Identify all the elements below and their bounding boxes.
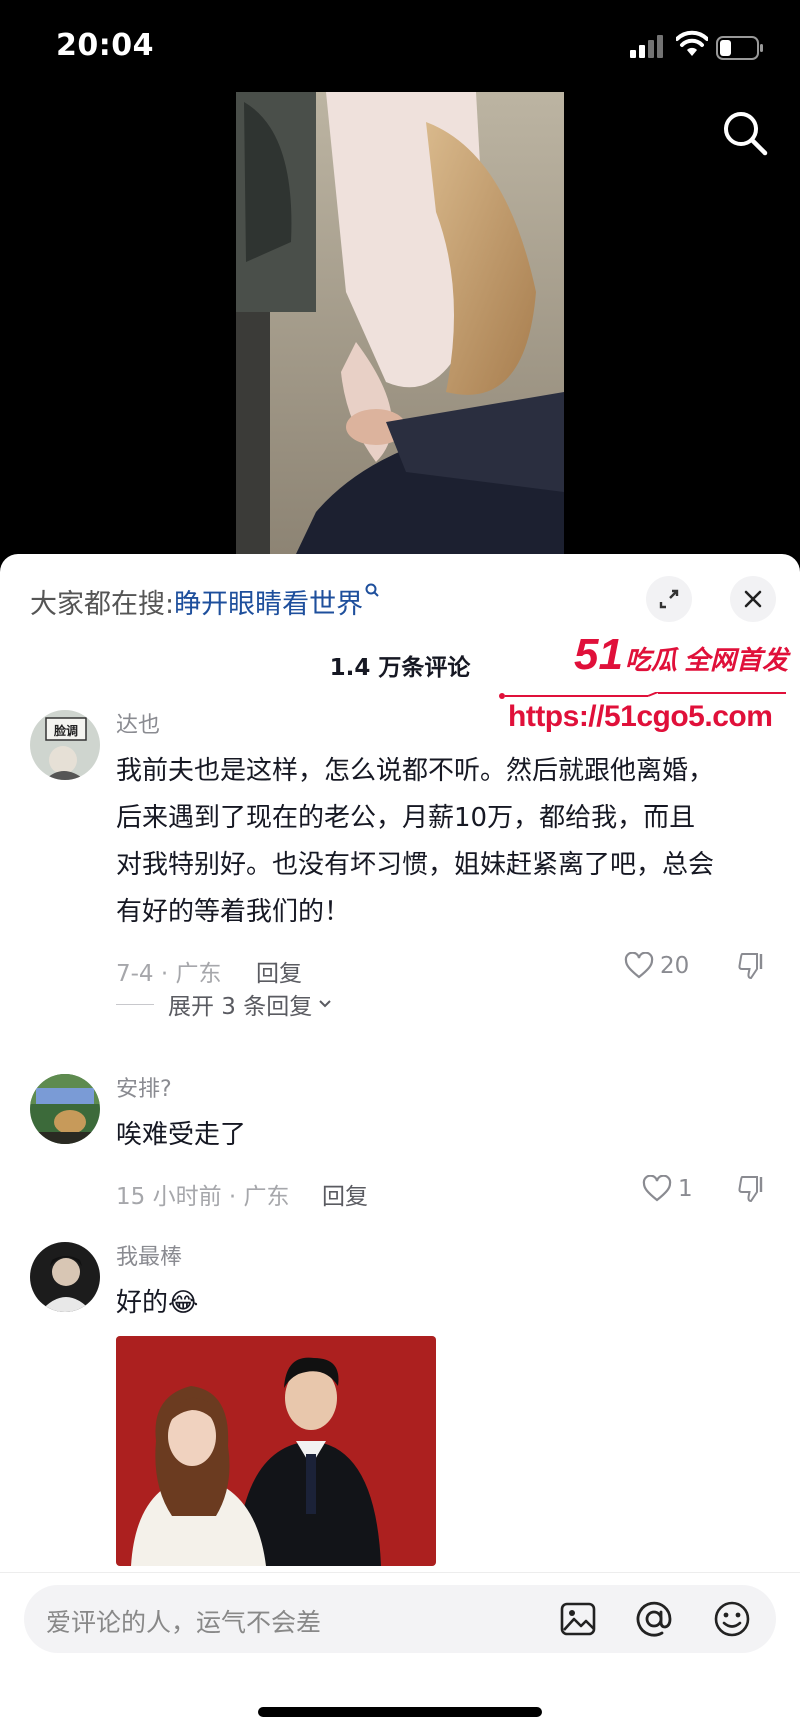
video-player[interactable]	[0, 92, 800, 554]
wedding-photo-image	[116, 1336, 436, 1566]
comment-input[interactable]: 爱评论的人，运气不会差	[24, 1585, 776, 1653]
comment-photo[interactable]	[116, 1336, 436, 1566]
like-button[interactable]: 20	[624, 950, 689, 982]
avatar-image	[30, 1074, 100, 1144]
close-icon	[744, 590, 762, 608]
battery-icon	[716, 36, 763, 60]
watermark-brand: 51吃瓜 全网首发	[574, 630, 788, 680]
like-button[interactable]: 1	[642, 1173, 693, 1205]
comment-text[interactable]: 唉难受走了	[116, 1112, 776, 1159]
laughing-emoji-icon: 😂	[168, 1288, 199, 1318]
comment-username[interactable]: 我最棒	[116, 1242, 776, 1274]
comment-input-area: 爱评论的人，运气不会差	[0, 1572, 800, 1731]
fullscreen-expand-button[interactable]	[646, 576, 692, 622]
search-icon[interactable]	[720, 108, 770, 158]
dislike-icon[interactable]	[736, 950, 768, 982]
expand-replies-button[interactable]: 展开 3 条回复	[116, 984, 332, 1024]
comment-username[interactable]: 达也	[116, 710, 776, 742]
video-frame[interactable]	[236, 92, 564, 554]
like-count: 1	[678, 1176, 693, 1202]
comment-meta: 15 小时前 · 广东 回复 1	[116, 1167, 776, 1211]
avatar-image: 脸调	[30, 710, 100, 780]
comment-meta: 7-4 · 广东 回复 20	[116, 944, 776, 988]
expand-replies-label: 展开 3 条回复	[168, 994, 313, 1020]
mention-at-icon[interactable]	[634, 1599, 674, 1639]
avatar[interactable]: 脸调	[30, 710, 100, 780]
comment-text-content: 好的	[116, 1288, 169, 1318]
divider-dash	[116, 1003, 154, 1005]
comment-text-line: 我前夫也是这样，怎么说都不听。然后就跟他离婚，	[116, 756, 715, 786]
video-thumbnail	[236, 92, 564, 554]
wifi-icon	[676, 30, 708, 56]
heart-icon	[624, 952, 654, 979]
avatar-caption: 脸调	[54, 723, 78, 738]
status-time: 20:04	[56, 28, 154, 63]
watermark-brand-number: 51	[574, 630, 623, 679]
dislike-icon[interactable]	[736, 1173, 768, 1205]
search-small-icon	[365, 583, 379, 597]
comment-text-line: 有好的等着我们的！	[116, 897, 351, 927]
hot-search-term[interactable]: 睁开眼睛看世界	[174, 589, 363, 620]
hot-search-bar[interactable]: 大家都在搜:睁开眼睛看世界	[30, 582, 379, 621]
avatar-image	[30, 1242, 100, 1312]
reply-button[interactable]: 回复	[256, 954, 302, 988]
comment-text-line: 对我特别好。也没有坏习惯，姐妹赶紧离了吧，总会	[116, 850, 715, 880]
comment-sheet: 大家都在搜:睁开眼睛看世界 1.4 万条评论 51吃瓜 全网首发 https:/…	[0, 554, 800, 1731]
home-indicator	[258, 1707, 542, 1717]
avatar[interactable]	[30, 1242, 100, 1312]
expand-icon	[659, 589, 679, 609]
reply-button[interactable]: 回复	[322, 1177, 368, 1211]
comment-text[interactable]: 我前夫也是这样，怎么说都不听。然后就跟他离婚， 后来遇到了现在的老公，月薪10万…	[116, 748, 776, 936]
chevron-down-icon	[319, 1000, 331, 1008]
comment-text-line: 后来遇到了现在的老公，月薪10万，都给我，而且	[116, 803, 696, 833]
image-icon[interactable]	[558, 1599, 598, 1639]
cellular-signal-icon	[630, 34, 666, 58]
watermark-circuit-line	[499, 692, 786, 699]
emoji-icon[interactable]	[712, 1599, 752, 1639]
comment-body: 达也 我前夫也是这样，怎么说都不听。然后就跟他离婚， 后来遇到了现在的老公，月薪…	[116, 710, 776, 988]
comment-username[interactable]: 安排?	[116, 1074, 776, 1106]
watermark-brand-text: 吃瓜 全网首发	[624, 645, 789, 675]
close-comments-button[interactable]	[730, 576, 776, 622]
comment-body: 安排? 唉难受走了 15 小时前 · 广东 回复 1	[116, 1074, 776, 1211]
comment-body: 我最棒 好的😂	[116, 1242, 776, 1327]
comment-text[interactable]: 好的😂	[116, 1280, 776, 1327]
expand-replies-row[interactable]: 展开 3 条回复	[116, 984, 516, 1024]
like-count: 20	[660, 953, 690, 979]
status-bar: 20:04	[0, 0, 800, 92]
hot-search-prefix: 大家都在搜:	[30, 589, 175, 620]
comment-date-location: 7-4 · 广东	[116, 961, 222, 987]
comment-input-placeholder: 爱评论的人，运气不会差	[46, 1608, 322, 1637]
comment-date-location: 15 小时前 · 广东	[116, 1184, 290, 1210]
heart-icon	[642, 1175, 672, 1202]
avatar[interactable]	[30, 1074, 100, 1144]
